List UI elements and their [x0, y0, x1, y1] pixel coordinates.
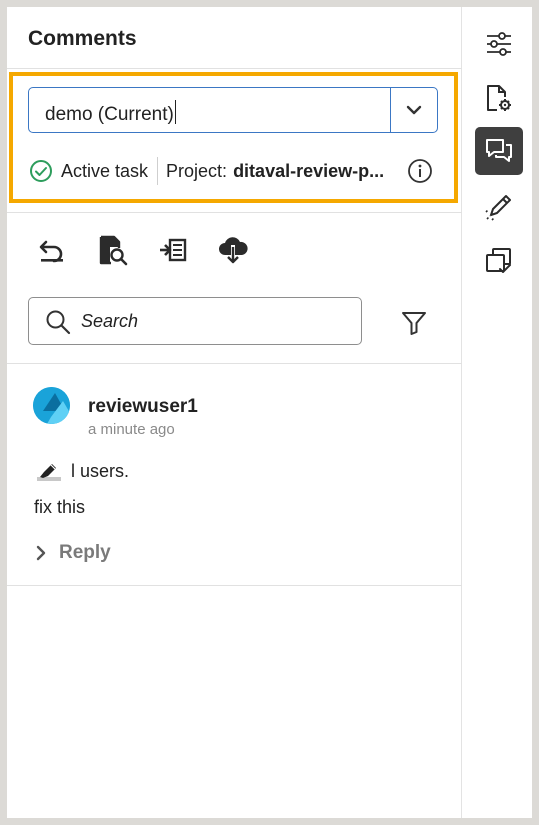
cloud-download-button[interactable]: [216, 233, 250, 267]
reply-label: Reply: [59, 542, 111, 563]
version-dropdown-button[interactable]: [390, 88, 437, 132]
version-select-value[interactable]: demo (Current): [45, 100, 176, 126]
project-value: ditaval-review-p...: [233, 160, 385, 181]
search-icon: [45, 309, 71, 340]
filter-button[interactable]: [399, 308, 429, 338]
file-settings-icon: [487, 85, 511, 111]
import-button[interactable]: [156, 233, 190, 267]
comment-body: fix this: [34, 497, 86, 517]
task-status-row: Active task Project: ditaval-review-p...: [29, 157, 433, 185]
settings-button[interactable]: [475, 20, 523, 68]
cloud-download-icon: [219, 237, 248, 264]
reply-toggle[interactable]: Reply: [35, 542, 111, 564]
info-icon: [408, 159, 432, 183]
info-button[interactable]: [407, 158, 433, 189]
avatar: [33, 387, 70, 424]
search-document-button[interactable]: [96, 233, 130, 267]
panel-title: Comments: [28, 27, 137, 50]
copy-check-icon: [486, 248, 511, 273]
divider: [7, 212, 462, 213]
active-task-label: Active task: [61, 160, 149, 181]
settings-sliders-icon: [487, 32, 511, 56]
file-properties-button[interactable]: [475, 74, 523, 122]
comments-panel: Comments demo (Current) Active task Proj…: [7, 7, 462, 818]
edit-button[interactable]: [475, 183, 523, 231]
comment-author: reviewuser1: [88, 396, 198, 417]
pen-highlight-icon: [37, 464, 61, 481]
undo-icon: [39, 240, 63, 263]
right-rail: [463, 7, 532, 818]
text-cursor: [174, 100, 176, 124]
annotation-text: l users.: [71, 460, 130, 481]
avatar-image: [33, 387, 70, 424]
import-icon: [160, 238, 187, 262]
chevron-down-icon: [406, 105, 422, 115]
compare-button[interactable]: [475, 237, 523, 285]
separator: [157, 157, 159, 185]
project-label: Project:: [166, 160, 228, 181]
document-search-icon: [99, 235, 128, 266]
filter-icon: [402, 312, 426, 335]
comments-button[interactable]: [475, 127, 523, 175]
undo-button[interactable]: [35, 233, 69, 267]
annotation-row: l users.: [36, 460, 129, 482]
comment-timestamp: a minute ago: [88, 421, 175, 438]
chevron-right-icon: [36, 545, 46, 561]
divider: [7, 68, 462, 69]
edit-icon: [485, 195, 511, 221]
comments-icon: [486, 139, 512, 162]
search-input[interactable]: [81, 306, 351, 336]
divider: [7, 585, 462, 586]
check-circle-icon: [30, 160, 52, 182]
app-frame: Comments demo (Current) Active task Proj…: [7, 7, 532, 818]
search-box[interactable]: [28, 297, 362, 345]
comment-item[interactable]: reviewuser1 a minute ago l users. fix th…: [7, 364, 462, 585]
version-select[interactable]: demo (Current): [28, 87, 438, 133]
